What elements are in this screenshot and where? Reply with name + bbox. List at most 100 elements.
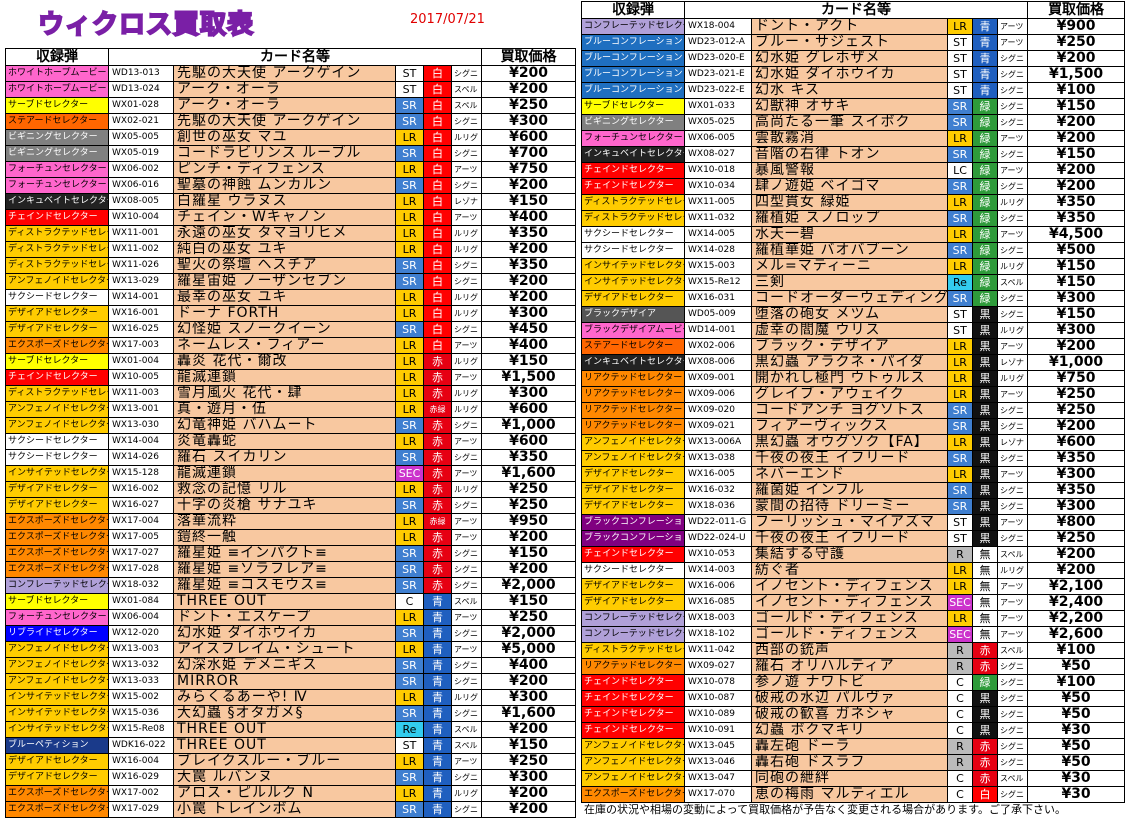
- code-cell: WD13-013: [108, 65, 174, 82]
- rarity-cell: SR: [395, 577, 424, 594]
- type-cell: シグニ: [450, 449, 483, 466]
- color-cell: 白: [423, 129, 452, 146]
- type-cell: シグニ: [450, 801, 483, 818]
- rarity-cell: SR: [395, 97, 424, 114]
- set-cell: デザイアドセレクター: [5, 769, 109, 786]
- price-cell: ¥200: [481, 81, 577, 98]
- price-cell: ¥200: [1027, 546, 1126, 563]
- type-cell: シグニ: [996, 50, 1029, 67]
- type-cell: シグニ: [996, 482, 1029, 499]
- price-cell: ¥2,000: [481, 577, 577, 594]
- code-cell: WX18-036: [684, 498, 752, 515]
- code-cell: WX16-001: [108, 305, 174, 322]
- table-row: アンフェノイドセレクター WX13-001 真・遊月・伍 LR 赤緑 ルリグ ¥600: [5, 401, 577, 418]
- table-row: リアクテッドセレクター WX09-020 コードアンチ ヨグソトス SR 黒シグニ ¥25…: [581, 402, 1126, 419]
- rarity-cell: SR: [395, 673, 424, 690]
- code-cell: WX11-026: [108, 257, 174, 274]
- set-cell: ビギニングセレクター: [5, 129, 109, 146]
- set-cell: エクスポーズドセレクター: [5, 801, 109, 818]
- rarity-cell: LR: [947, 130, 973, 147]
- color-cell: 黒: [972, 434, 998, 451]
- type-cell: シグニ: [996, 530, 1029, 547]
- price-cell: ¥700: [481, 145, 577, 162]
- table-row: チェインドセレクター WX10-089 破戒の歓喜 ガネシャ C 黒シグニ ¥50: [581, 706, 1126, 723]
- type-cell: アーツ: [996, 18, 1029, 35]
- rarity-cell: SR: [947, 242, 973, 259]
- price-cell: ¥2,000: [481, 625, 577, 642]
- table-row: チェインドセレクター WX10-018 暴風警報 LC 緑アーツ ¥200: [581, 162, 1126, 179]
- rarity-cell: C: [947, 722, 973, 739]
- rarity-cell: LR: [947, 562, 973, 579]
- card-name-cell: 幻水姫 グレホザメ: [751, 50, 948, 67]
- rarity-cell: SR: [947, 450, 973, 467]
- set-cell: アンフェノイドセレクター: [581, 770, 685, 787]
- card-name-cell: 白羅星 ウラヌス: [173, 193, 396, 210]
- set-cell: デザイアドセレクター: [581, 482, 685, 499]
- price-cell: ¥5,000: [481, 641, 577, 658]
- card-name-cell: ネームレス・フィアー: [173, 337, 396, 354]
- code-cell: WX16-004: [108, 753, 174, 770]
- table-row: アンフェノイドセレクター WX13-038 千夜の夜王 イフリード SR 黒シグニ ¥35…: [581, 450, 1126, 467]
- card-name-cell: THREE OUT: [173, 737, 396, 754]
- type-cell: アーツ: [996, 338, 1029, 355]
- card-name-cell: 水天一碧: [751, 226, 948, 243]
- card-name-cell: 救念の記憶 リル: [173, 481, 396, 498]
- code-cell: WX15-128: [108, 465, 174, 482]
- color-cell: 白: [423, 273, 452, 290]
- type-cell: アーツ: [450, 465, 483, 482]
- table-row: デザイアドセレクター WX16-085 イノセント・ディフェンス SEC 無アーツ ¥2,…: [581, 594, 1126, 611]
- type-cell: アーツ: [996, 162, 1029, 179]
- table-row: アンフェノイドセレクター WX13-046 轟右砲 ドスラフ R 赤シグニ ¥50: [581, 754, 1126, 771]
- price-cell: ¥2,400: [1027, 594, 1126, 611]
- set-cell: ディストラクテッドセレクター: [581, 210, 685, 227]
- table-row: チェインドセレクター WX10-053 集結する守護 R 無スペル ¥200: [581, 546, 1126, 563]
- table-row: エクスポーズドセレクター WX17-002 アロス・ピルルク N LR 青ルリグ ¥200: [5, 785, 577, 802]
- price-cell: ¥250: [1027, 386, 1126, 403]
- price-cell: ¥750: [481, 161, 577, 178]
- type-cell: アーツ: [450, 161, 483, 178]
- code-cell: WX09-027: [684, 658, 752, 675]
- price-cell: ¥200: [481, 65, 577, 82]
- table-row: サクシードセレクター WX14-005 水天一碧 LR 緑アーツ ¥4,500: [581, 226, 1126, 243]
- card-name-cell: メル=マティーニ: [751, 258, 948, 275]
- type-cell: シグニ: [996, 674, 1029, 691]
- table-row: ブルーコンフレーション WD23-021-E 幻水姫 ダイホウイカ ST 青シグニ ¥1,…: [581, 66, 1126, 83]
- table-row: インサイテッドセレクター WX15-Re12 三剣 Re 緑スペル ¥150: [581, 274, 1126, 291]
- code-cell: WX15-Re08: [108, 721, 174, 738]
- card-name-cell: 羅星姫 ≡インパクト≡: [173, 545, 396, 562]
- color-cell: 青: [972, 66, 998, 83]
- rarity-cell: C: [395, 593, 424, 610]
- table-row: ディストラクテッドセレクターWX11-003雪月風火 花代・肆LR赤ルリグ¥30…: [5, 385, 577, 402]
- price-cell: ¥2,600: [1027, 626, 1126, 643]
- card-name-cell: 落華流粋: [173, 513, 396, 530]
- card-name-cell: 千夜の夜王 イフリード: [751, 450, 948, 467]
- price-cell: ¥600: [481, 433, 577, 450]
- code-cell: WX10-087: [684, 690, 752, 707]
- card-name-cell: 破戒の歓喜 ガネシャ: [751, 706, 948, 723]
- price-cell: ¥200: [481, 529, 577, 546]
- code-cell: WD14-001: [684, 322, 752, 339]
- price-cell: ¥350: [1027, 194, 1126, 211]
- set-cell: チェインドセレクター: [581, 178, 685, 195]
- table-row: サクシードセレクター WX14-026 羅石 スイカリン SR 赤シグニ ¥350: [5, 449, 577, 466]
- price-cell: ¥1,500: [481, 369, 577, 386]
- set-cell: インキュベイトセレクター: [581, 146, 685, 163]
- table-row: リアクテッドセレクター WX09-027 羅石 オリハルティア R 赤シグニ ¥50: [581, 658, 1126, 675]
- type-cell: アーツ: [450, 433, 483, 450]
- rarity-cell: LR: [947, 434, 973, 451]
- type-cell: シグニ: [450, 705, 483, 722]
- color-cell: 青: [423, 801, 452, 818]
- card-name-cell: ゴールド・ディフェンス: [751, 610, 948, 627]
- set-cell: ブルーコンフレーション: [581, 66, 685, 83]
- set-cell: アンフェノイドセレクター: [581, 738, 685, 755]
- color-cell: 緑: [972, 210, 998, 227]
- set-cell: インサイテッドセレクター: [5, 721, 109, 738]
- color-cell: 緑: [972, 226, 998, 243]
- set-cell: ディストラクテッドセレクター: [5, 225, 109, 242]
- color-cell: 青: [972, 18, 998, 35]
- table-row: エクスポーズドセレクター WX17-027 羅星姫 ≡インパクト≡ SR 赤シグニ ¥15…: [5, 545, 577, 562]
- color-cell: 青: [423, 705, 452, 722]
- color-cell: 青: [423, 593, 452, 610]
- code-cell: WX09-021: [684, 418, 752, 435]
- rarity-cell: ST: [395, 737, 424, 754]
